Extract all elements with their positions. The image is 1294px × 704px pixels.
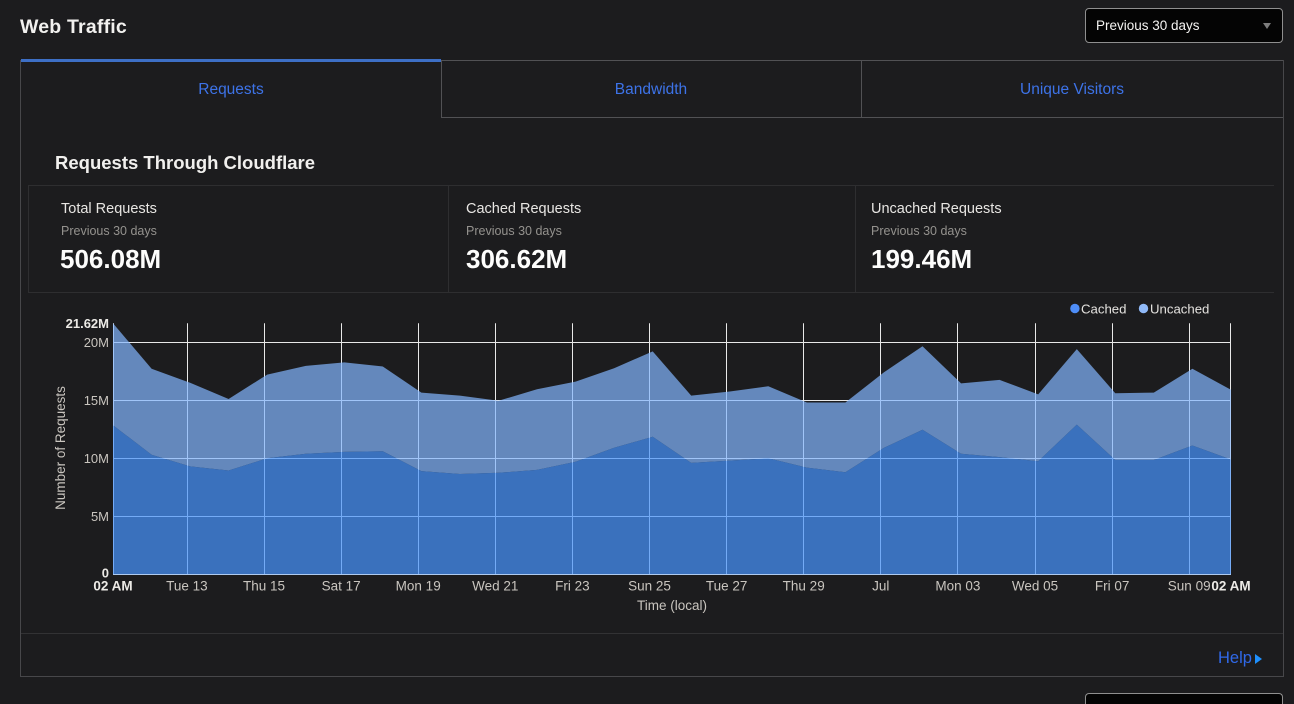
svg-text:Sun 25: Sun 25 <box>628 579 671 594</box>
svg-text:20M: 20M <box>84 335 109 350</box>
svg-text:Tue 27: Tue 27 <box>706 579 748 594</box>
svg-text:Sat 17: Sat 17 <box>322 579 361 594</box>
svg-text:Wed 05: Wed 05 <box>1012 579 1058 594</box>
svg-text:Time (local): Time (local) <box>637 598 707 613</box>
svg-text:Number of Requests: Number of Requests <box>53 386 68 510</box>
svg-text:Thu 15: Thu 15 <box>243 579 285 594</box>
svg-text:Wed 21: Wed 21 <box>472 579 518 594</box>
svg-text:Jul: Jul <box>872 579 889 594</box>
svg-text:02 AM: 02 AM <box>1211 579 1250 594</box>
svg-text:Sun 09: Sun 09 <box>1168 579 1211 594</box>
svg-text:Cached: Cached <box>1081 302 1126 317</box>
svg-text:Fri 23: Fri 23 <box>555 579 590 594</box>
svg-text:15M: 15M <box>84 393 109 408</box>
svg-text:21.62M: 21.62M <box>66 316 109 331</box>
svg-text:Tue 13: Tue 13 <box>166 579 208 594</box>
svg-text:Mon 03: Mon 03 <box>935 579 980 594</box>
svg-text:Mon 19: Mon 19 <box>396 579 441 594</box>
svg-text:02 AM: 02 AM <box>93 579 132 594</box>
svg-text:Thu 29: Thu 29 <box>783 579 825 594</box>
svg-text:10M: 10M <box>84 451 109 466</box>
svg-text:5M: 5M <box>91 509 109 524</box>
svg-text:Fri 07: Fri 07 <box>1095 579 1130 594</box>
svg-text:Uncached: Uncached <box>1150 302 1209 317</box>
